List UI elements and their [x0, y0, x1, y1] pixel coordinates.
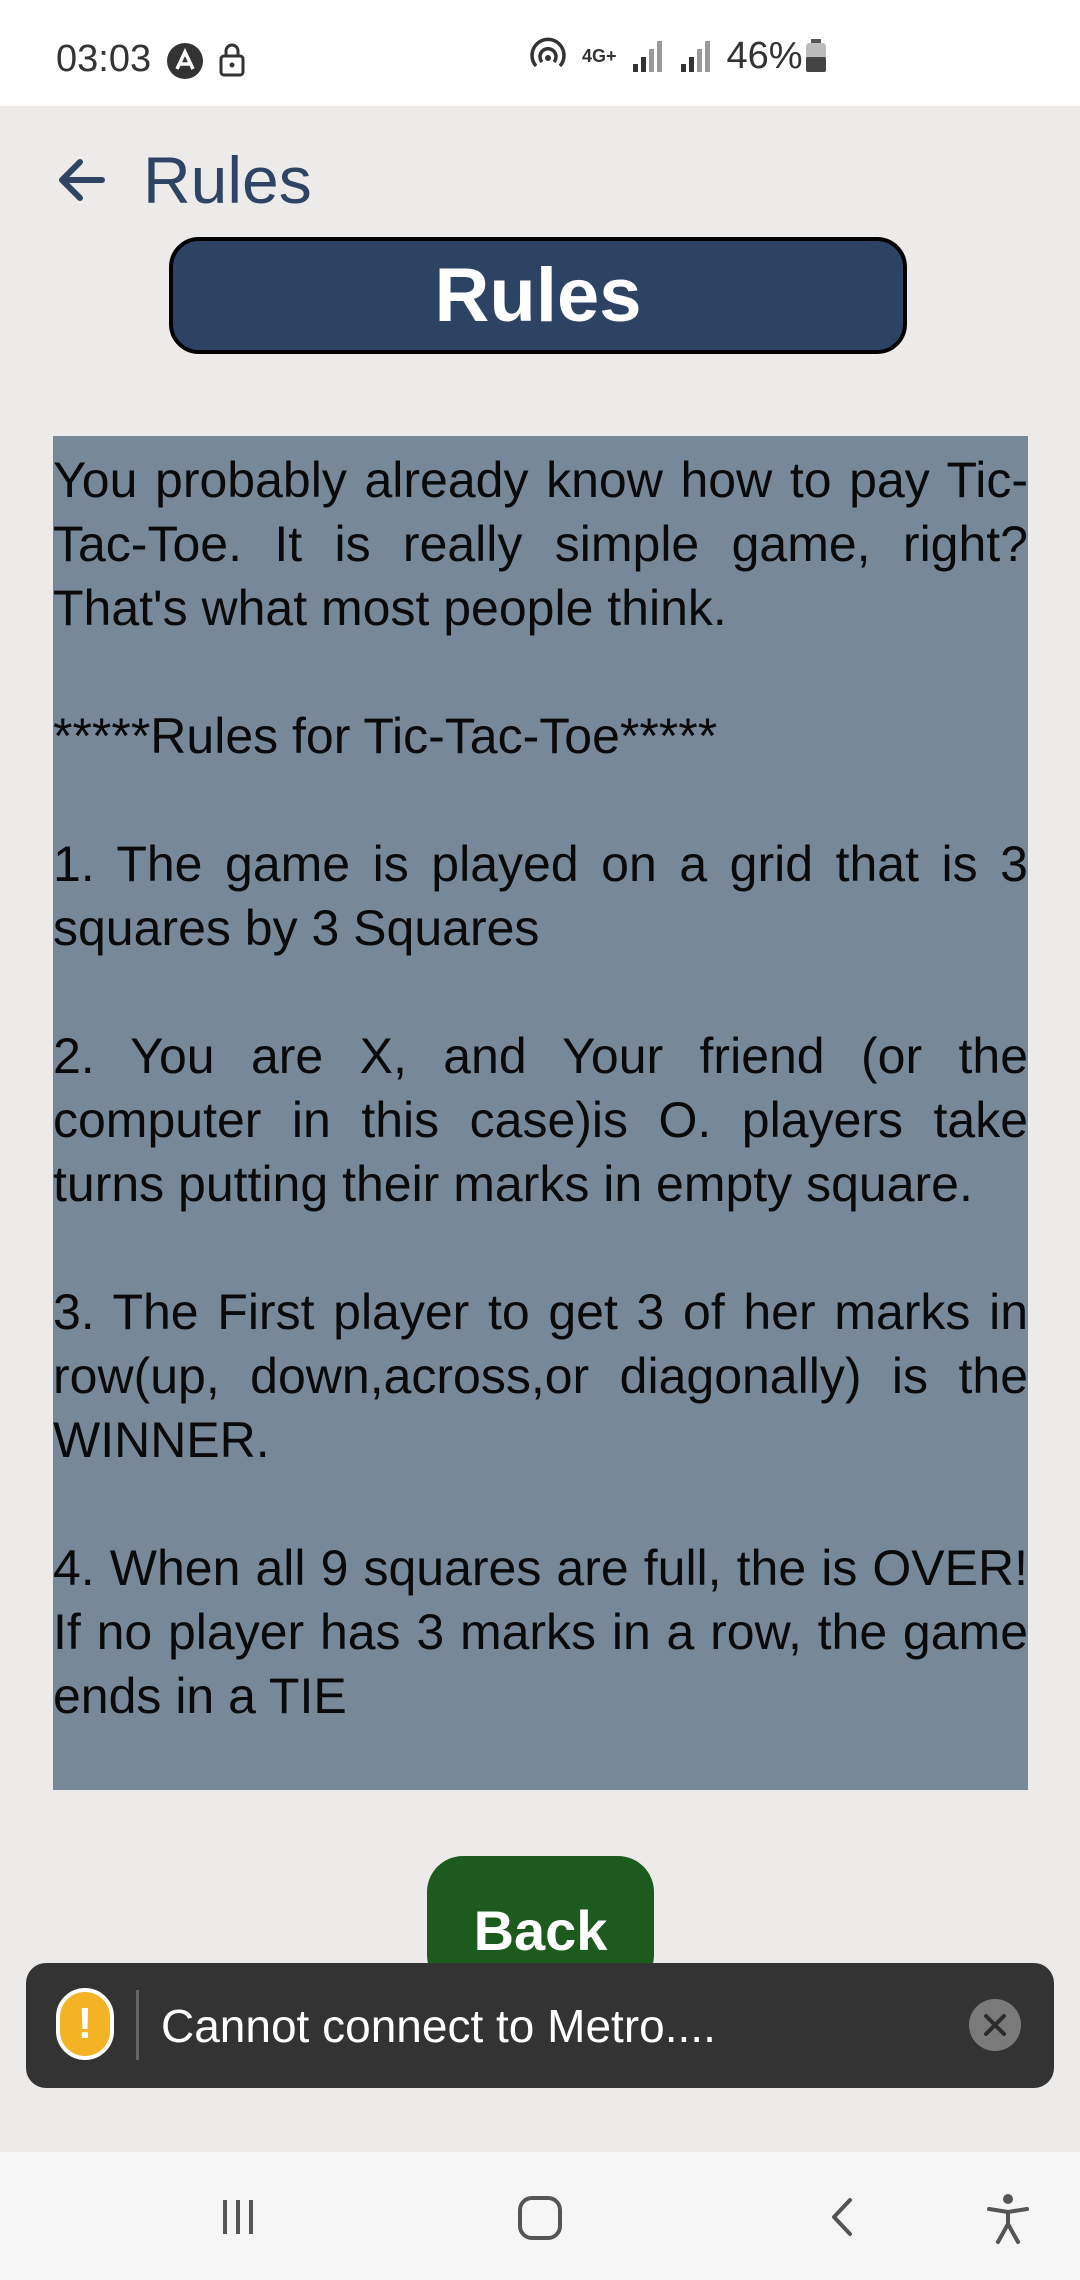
rules-paragraph: 4. When all 9 squares are full, the is O…: [53, 1540, 1028, 1724]
battery-icon: [805, 39, 826, 72]
back-icon[interactable]: [822, 2192, 862, 2242]
rules-paragraph: 3. The First player to get 3 of her mark…: [53, 1284, 1028, 1468]
toast-message: Cannot connect to Metro....: [161, 2000, 716, 2052]
recents-icon[interactable]: [213, 2192, 263, 2242]
status-bar: 03:03 4G+ 46%: [0, 0, 1080, 106]
app-bar-title: Rules: [143, 143, 312, 217]
rules-text-block: You probably already know how to pay Tic…: [53, 436, 1028, 1790]
rules-header: Rules: [169, 237, 907, 354]
alert-a-icon: [167, 43, 203, 79]
rules-paragraph: You probably already know how to pay Tic…: [53, 452, 1028, 636]
rules-paragraph: *****Rules for Tic-Tac-Toe*****: [53, 708, 718, 764]
signal-icon: [680, 41, 710, 72]
hotspot-icon: [530, 37, 566, 68]
close-icon[interactable]: [969, 1999, 1021, 2051]
rules-header-label: Rules: [434, 253, 642, 338]
app-bar: Rules: [0, 106, 1080, 256]
arrow-left-icon[interactable]: [52, 150, 112, 210]
lock-icon: [219, 43, 245, 77]
accessibility-icon[interactable]: [983, 2192, 1033, 2246]
status-right-group: 4G+ 46%: [528, 34, 827, 77]
rules-paragraph: 2. You are X, and Your friend (or the co…: [53, 1028, 1028, 1212]
network-type-label: 4G+: [582, 46, 617, 66]
battery-percent: 46%: [726, 34, 803, 77]
error-toast: ! Cannot connect to Metro....: [26, 1963, 1054, 2088]
status-time: 03:03: [56, 38, 152, 80]
warning-icon: !: [56, 1988, 114, 2060]
home-icon[interactable]: [514, 2192, 566, 2244]
toast-divider: [136, 1990, 139, 2060]
system-nav-bar: [0, 2152, 1080, 2280]
signal-icon: [632, 41, 662, 72]
rules-paragraph: 1. The game is played on a grid that is …: [53, 836, 1028, 956]
